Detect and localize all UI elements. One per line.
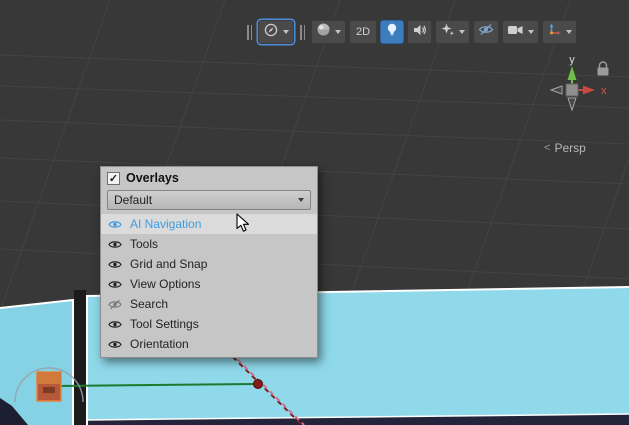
menu-item-label: Search xyxy=(130,297,310,311)
chevron-down-icon xyxy=(298,198,304,202)
eye-icon[interactable] xyxy=(108,219,123,230)
chevron-down-icon xyxy=(335,30,341,34)
wall-gap xyxy=(74,290,86,425)
eye-icon[interactable] xyxy=(108,239,123,250)
overlays-menu-item-grid-and-snap[interactable]: Grid and Snap xyxy=(101,254,317,274)
draw-mode-button[interactable] xyxy=(311,20,346,44)
camera-settings-button[interactable] xyxy=(502,20,539,44)
overlay-drag-handle[interactable] xyxy=(246,25,253,40)
persp-text: Persp xyxy=(554,141,585,155)
overlays-menu-item-search[interactable]: Search xyxy=(101,294,317,314)
eye-slash-icon xyxy=(478,23,494,41)
mouse-cursor xyxy=(236,213,252,233)
eye-icon[interactable] xyxy=(108,279,123,290)
menu-item-label: Orientation xyxy=(130,337,310,351)
overlays-menu-item-view-options[interactable]: View Options xyxy=(101,274,317,294)
overlay-drag-handle[interactable] xyxy=(299,25,306,40)
axis-x-cone[interactable] xyxy=(583,86,595,95)
menu-item-label: Tools xyxy=(130,237,310,251)
menu-item-label: Tool Settings xyxy=(130,317,310,331)
overlays-menu: ✓ Overlays Default AI Navigation Tools G… xyxy=(100,166,318,358)
scene-effects-toggle-button[interactable] xyxy=(435,20,470,44)
compass-icon xyxy=(263,22,279,43)
2d-label: 2D xyxy=(354,26,372,38)
axis-y-cone[interactable] xyxy=(568,66,577,80)
orientation-gizmo[interactable]: y x xyxy=(538,50,624,121)
chevron-down-icon xyxy=(283,30,289,34)
overlays-menu-item-tool-settings[interactable]: Tool Settings xyxy=(101,314,317,334)
axis-neg-cone-left[interactable] xyxy=(551,86,562,94)
eye-icon[interactable] xyxy=(108,319,123,330)
overlays-menu-item-tools[interactable]: Tools xyxy=(101,234,317,254)
shaded-sphere-icon xyxy=(316,22,331,42)
eye-slash-icon[interactable] xyxy=(108,299,123,310)
gizmo-center-cube[interactable] xyxy=(566,84,578,96)
move-gizmo-icon xyxy=(547,22,562,42)
chevron-left-icon: < xyxy=(544,142,550,154)
overlays-menu-item-orientation[interactable]: Orientation xyxy=(101,334,317,354)
overlays-toggle-button[interactable] xyxy=(258,20,294,44)
eye-icon[interactable] xyxy=(108,339,123,350)
menu-item-label: View Options xyxy=(130,277,310,291)
agent-box[interactable] xyxy=(37,372,61,401)
menu-item-label: Grid and Snap xyxy=(130,257,310,271)
scene-toolbar: 2D xyxy=(244,19,577,45)
axis-x-label: x xyxy=(601,85,607,97)
gizmos-toggle-button[interactable] xyxy=(542,20,577,44)
axis-y-label: y xyxy=(569,54,575,66)
preset-value: Default xyxy=(114,193,152,207)
overlays-menu-header: ✓ Overlays xyxy=(101,167,317,188)
axis-neg-cone-down[interactable] xyxy=(568,98,576,110)
speaker-icon xyxy=(412,23,427,42)
overlays-menu-title: Overlays xyxy=(126,171,179,185)
chevron-down-icon xyxy=(566,30,572,34)
projection-mode-label[interactable]: < Persp xyxy=(544,141,586,155)
overlays-menu-item-ai-navigation[interactable]: AI Navigation xyxy=(101,214,317,234)
2d-view-toggle-button[interactable]: 2D xyxy=(349,20,377,44)
overlays-checkbox[interactable]: ✓ xyxy=(107,172,120,185)
scene-lighting-toggle-button[interactable] xyxy=(380,20,404,44)
sparkle-icon xyxy=(440,22,455,42)
scene-visibility-toggle-button[interactable] xyxy=(473,20,499,44)
chevron-down-icon xyxy=(459,30,465,34)
overlays-preset-dropdown[interactable]: Default xyxy=(107,190,311,210)
chevron-down-icon xyxy=(528,30,534,34)
camera-icon xyxy=(507,23,524,41)
waypoint-dot xyxy=(254,380,263,389)
lightbulb-icon xyxy=(385,22,399,42)
eye-icon[interactable] xyxy=(108,259,123,270)
unity-scene-view: 2D xyxy=(0,0,629,425)
menu-item-label: AI Navigation xyxy=(130,217,310,231)
lock-icon[interactable] xyxy=(598,62,609,76)
scene-audio-toggle-button[interactable] xyxy=(407,20,432,44)
